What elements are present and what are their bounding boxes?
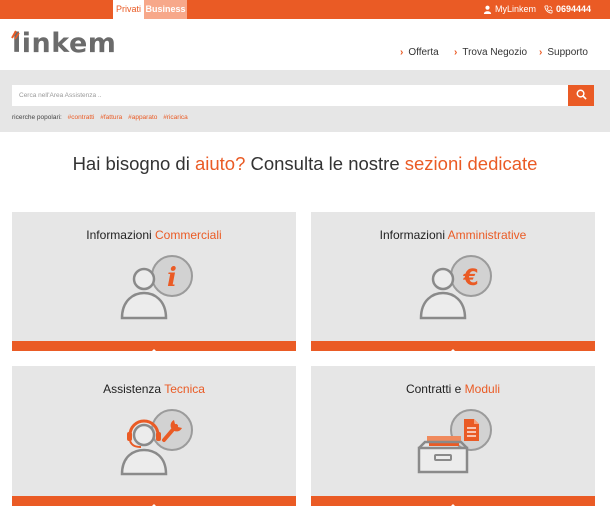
card-title: Assistenza Tecnica bbox=[12, 382, 296, 396]
nav-trova-negozio-label: Trova Negozio bbox=[462, 47, 528, 58]
card-title: Informazioni Amministrative bbox=[311, 228, 595, 242]
chevron-right-icon: › bbox=[400, 47, 404, 58]
nav-supporto[interactable]: › Supporto bbox=[539, 47, 588, 58]
card-assistenza-tecnica[interactable]: Assistenza Tecnica bbox=[12, 366, 296, 509]
chevron-right-icon: › bbox=[539, 47, 543, 58]
card-expand-bar[interactable] bbox=[12, 496, 296, 509]
card-expand-bar[interactable] bbox=[311, 341, 595, 354]
chevron-right-icon: › bbox=[454, 47, 458, 58]
card-title-accent: Amministrative bbox=[447, 228, 527, 242]
chevron-up-icon bbox=[150, 348, 158, 354]
logo-signal-icon bbox=[11, 30, 20, 40]
headline-accent1: aiuto? bbox=[194, 153, 246, 174]
phone-link[interactable]: 0694444 bbox=[544, 0, 591, 19]
nav-offerta-label: Offerta bbox=[408, 47, 439, 58]
card-contratti-moduli[interactable]: Contratti e Moduli bbox=[311, 366, 595, 509]
chevron-up-icon bbox=[449, 503, 457, 509]
headline-part1: Hai bisogno di bbox=[72, 153, 195, 174]
card-title-plain: Informazioni bbox=[379, 228, 448, 242]
mylinkem-label: MyLinkem bbox=[495, 4, 537, 14]
search-section: ricerche popolari: #contratti #fattura #… bbox=[0, 70, 610, 132]
card-expand-bar[interactable] bbox=[311, 496, 595, 509]
tab-business[interactable]: Business bbox=[144, 0, 187, 19]
page-headline: Hai bisogno di aiuto? Consulta le nostre… bbox=[0, 153, 610, 175]
euro-person-icon: € bbox=[419, 255, 492, 320]
card-title-plain: Informazioni bbox=[86, 228, 155, 242]
card-title-plain: Contratti e bbox=[405, 382, 465, 396]
tag-contratti[interactable]: #contratti bbox=[68, 114, 95, 121]
card-title-accent: Tecnica bbox=[164, 382, 205, 396]
headline-accent2: sezioni dedicate bbox=[404, 153, 538, 174]
info-person-icon: i bbox=[120, 255, 193, 320]
file-drawer-icon bbox=[417, 409, 492, 474]
card-title-plain: Assistenza bbox=[103, 382, 165, 396]
tag-apparato[interactable]: #apparato bbox=[128, 114, 157, 121]
user-icon bbox=[483, 5, 492, 14]
phone-icon bbox=[544, 5, 553, 14]
phone-number: 0694444 bbox=[556, 4, 592, 14]
chevron-up-icon bbox=[449, 348, 457, 354]
nav-offerta[interactable]: › Offerta bbox=[400, 47, 439, 58]
svg-text:i: i bbox=[167, 263, 177, 293]
headset-wrench-icon bbox=[120, 409, 193, 476]
nav-trova-negozio[interactable]: › Trova Negozio bbox=[454, 47, 527, 58]
popular-searches: ricerche popolari: #contratti #fattura #… bbox=[12, 114, 188, 121]
card-informazioni-commerciali[interactable]: Informazioni Commerciali i bbox=[12, 212, 296, 354]
card-informazioni-amministrative[interactable]: Informazioni Amministrative € bbox=[311, 212, 595, 354]
linkem-logo[interactable]: linkem bbox=[12, 28, 116, 59]
top-bar: Privati Business MyLinkem 0694444 bbox=[0, 0, 610, 19]
search-input[interactable] bbox=[12, 85, 568, 106]
tag-fattura[interactable]: #fattura bbox=[100, 114, 122, 121]
headline-part2: Consulta le nostre bbox=[245, 153, 405, 174]
card-title: Informazioni Commerciali bbox=[12, 228, 296, 242]
nav-supporto-label: Supporto bbox=[547, 47, 588, 58]
card-title-accent: Moduli bbox=[464, 382, 501, 396]
search-button[interactable] bbox=[568, 85, 594, 106]
mylinkem-link[interactable]: MyLinkem bbox=[483, 0, 536, 19]
chevron-up-icon bbox=[150, 503, 158, 509]
popular-searches-label: ricerche popolari: bbox=[12, 114, 62, 121]
tab-privati[interactable]: Privati bbox=[113, 0, 144, 19]
svg-text:€: € bbox=[462, 266, 478, 291]
search-icon bbox=[576, 89, 587, 100]
site-header: linkem › Offerta › Trova Negozio › Supporto bbox=[0, 19, 610, 70]
card-expand-bar[interactable] bbox=[12, 341, 296, 354]
card-title: Contratti e Moduli bbox=[311, 382, 595, 396]
card-title-accent: Commerciali bbox=[155, 228, 222, 242]
tag-ricarica[interactable]: #ricarica bbox=[163, 114, 188, 121]
